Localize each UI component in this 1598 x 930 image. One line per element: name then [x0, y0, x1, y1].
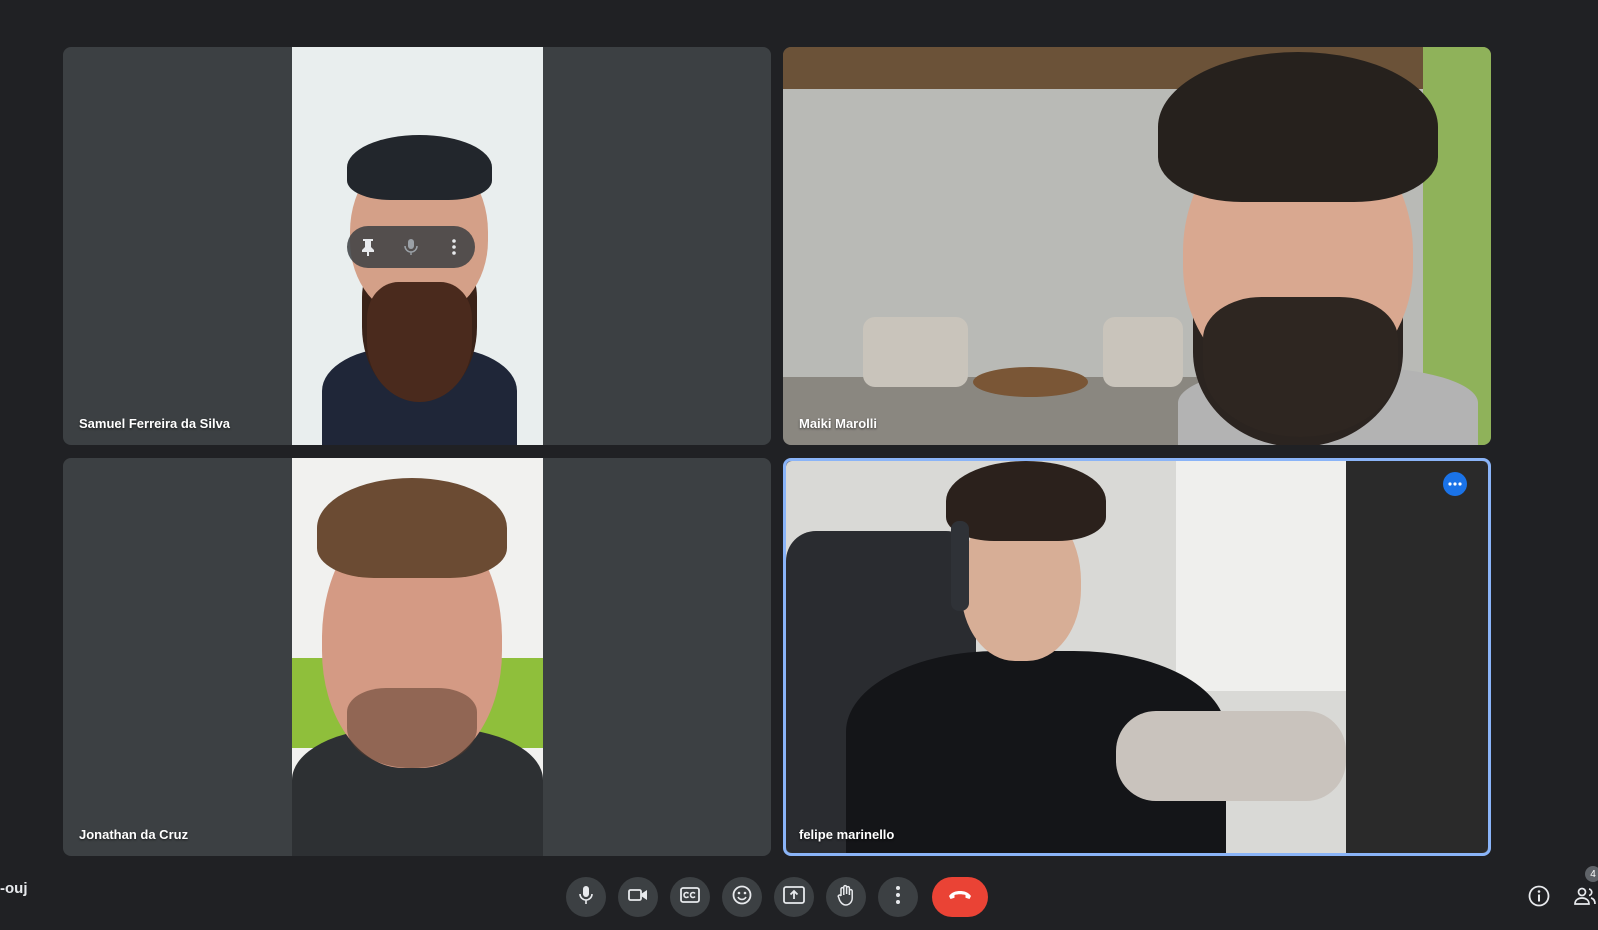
participant-tile-maiki[interactable]: Maiki Marolli [783, 47, 1491, 445]
participant-name: Samuel Ferreira da Silva [79, 416, 231, 431]
emoji-button[interactable] [722, 877, 762, 917]
participant-tile-felipe[interactable]: felipe marinello [783, 458, 1491, 856]
people-icon [1573, 887, 1597, 910]
tile-actions [347, 226, 475, 268]
captions-icon [680, 886, 700, 908]
more-vert-icon [896, 885, 900, 909]
video-feed [786, 461, 1488, 853]
video-feed [292, 458, 543, 856]
raise-hand-button[interactable] [826, 877, 866, 917]
participant-name: felipe marinello [799, 827, 895, 842]
participants-button[interactable] [1572, 885, 1598, 911]
more-vert-icon[interactable] [442, 235, 466, 259]
meeting-info-button[interactable] [1526, 885, 1552, 911]
microphone-icon [579, 885, 593, 910]
end-call-icon [947, 888, 973, 906]
camera-icon [628, 888, 648, 907]
present-icon [783, 885, 805, 909]
microphone-icon [399, 235, 423, 259]
meeting-code: -ouj [0, 880, 28, 897]
emoji-icon [732, 885, 752, 910]
participant-tile-samuel[interactable]: Samuel Ferreira da Silva [63, 47, 771, 445]
call-controls [566, 877, 988, 917]
captions-button[interactable] [670, 877, 710, 917]
present-button[interactable] [774, 877, 814, 917]
participant-tile-jonathan[interactable]: Jonathan da Cruz [63, 458, 771, 856]
participant-count-badge: 4 [1585, 866, 1598, 882]
microphone-button[interactable] [566, 877, 606, 917]
more-options-icon[interactable] [1443, 472, 1467, 496]
participant-name: Maiki Marolli [799, 416, 878, 431]
camera-button[interactable] [618, 877, 658, 917]
pin-icon[interactable] [356, 235, 380, 259]
info-icon [1528, 885, 1550, 912]
more-options-button[interactable] [878, 877, 918, 917]
end-call-button[interactable] [932, 877, 988, 917]
raise-hand-icon [837, 884, 855, 911]
participant-name: Jonathan da Cruz [79, 827, 189, 842]
video-feed [783, 47, 1491, 445]
